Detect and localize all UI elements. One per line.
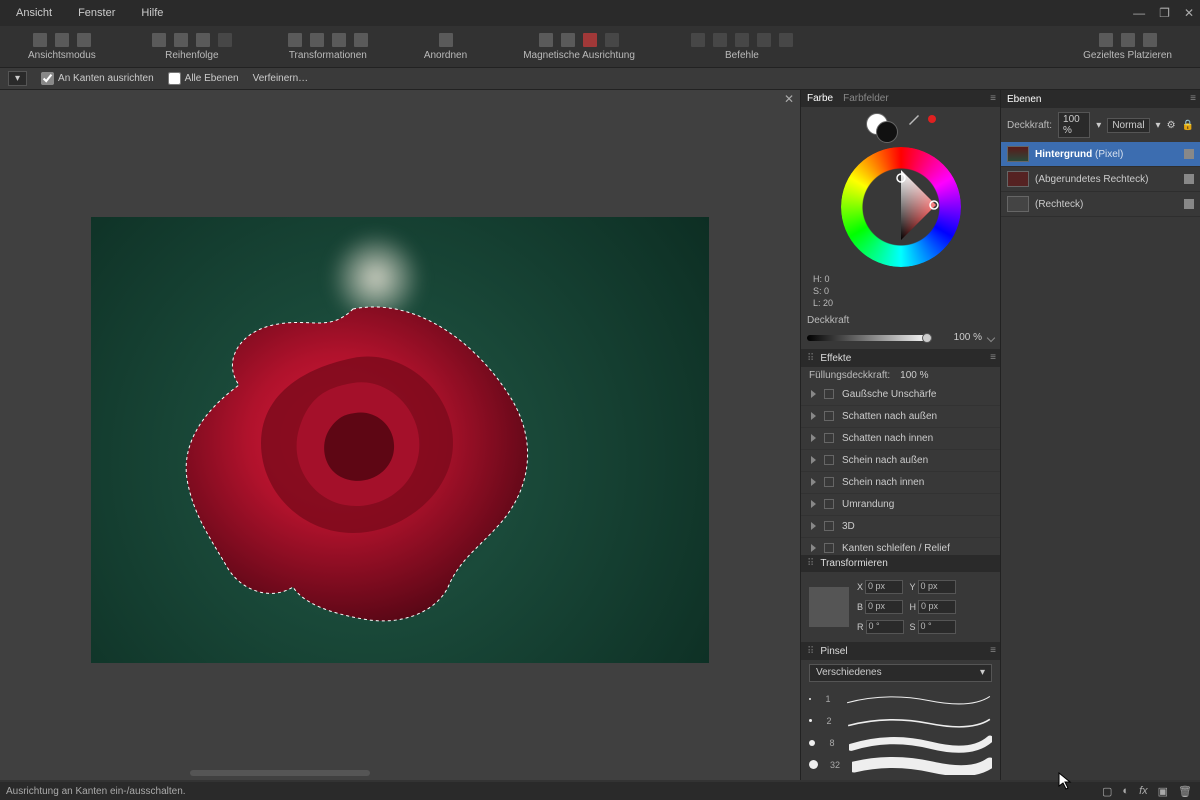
fx-outer-shadow[interactable]: Schatten nach außen: [801, 406, 1000, 428]
canvas-area[interactable]: ✕: [0, 90, 800, 780]
panel-menu-icon[interactable]: ≡: [1190, 93, 1196, 104]
opacity-slider[interactable]: [807, 335, 932, 341]
layer-opacity-field[interactable]: 100 %: [1058, 112, 1090, 138]
brush-preset-32[interactable]: 32: [809, 754, 992, 776]
window-controls: — ❐ ✕: [1133, 6, 1194, 20]
all-layers-checkbox[interactable]: Alle Ebenen: [168, 72, 239, 85]
context-bar: ▾ An Kanten ausrichten Alle Ebenen Verfe…: [0, 68, 1200, 90]
layer-rounded-rect[interactable]: (Abgerundetes Rechteck): [1001, 167, 1200, 192]
workspace: ✕: [0, 90, 1200, 780]
brush-header[interactable]: ⠿Pinsel≡: [801, 642, 1000, 659]
menu-hilfe[interactable]: Hilfe: [141, 7, 163, 19]
blend-mode-dropdown[interactable]: Normal: [1107, 118, 1149, 133]
fx-inner-shadow[interactable]: Schatten nach innen: [801, 428, 1000, 450]
minimize-icon[interactable]: —: [1133, 6, 1145, 20]
ribbon-magnetische-ausrichtung[interactable]: Magnetische Ausrichtung: [495, 26, 663, 68]
effects-list: Gaußsche Unschärfe Schatten nach außen S…: [801, 384, 1000, 555]
r-field[interactable]: R0 °: [857, 620, 904, 634]
s-field[interactable]: S0 °: [910, 620, 957, 634]
layer-hintergrund[interactable]: Hintergrund (Pixel): [1001, 142, 1200, 167]
h-field[interactable]: H0 px: [910, 600, 957, 614]
ribbon-ansichtsmodus[interactable]: Ansichtsmodus: [0, 26, 124, 68]
fg-bg-swatch[interactable]: [866, 113, 900, 143]
document-canvas[interactable]: [91, 217, 709, 663]
brush-category-dropdown[interactable]: Verschiedenes▾: [809, 664, 992, 682]
w-field[interactable]: B0 px: [857, 600, 904, 614]
ribbon-reihenfolge[interactable]: Reihenfolge: [124, 26, 260, 68]
visibility-checkbox[interactable]: [1184, 199, 1194, 209]
ribbon: Ansichtsmodus Reihenfolge Transformation…: [0, 26, 1200, 68]
document-close-icon[interactable]: ✕: [784, 92, 794, 106]
adjustment-icon[interactable]: ◐: [1122, 785, 1129, 798]
maximize-icon[interactable]: ❐: [1159, 6, 1170, 20]
brush-panel: Verschiedenes▾ 1 2 8 32: [801, 660, 1000, 780]
eyedropper-icon[interactable]: [908, 113, 920, 125]
visibility-checkbox[interactable]: [1184, 149, 1194, 159]
ribbon-transformationen[interactable]: Transformationen: [260, 26, 396, 68]
context-dropdown[interactable]: ▾: [8, 71, 27, 86]
lock-icon[interactable]: 🔒: [1182, 120, 1194, 131]
tab-ebenen[interactable]: Ebenen: [1007, 94, 1041, 105]
ribbon-anordnen[interactable]: Anordnen: [396, 26, 495, 68]
trash-icon[interactable]: 🗑: [1178, 785, 1192, 798]
ribbon-befehle[interactable]: Befehle: [663, 26, 821, 68]
ribbon-gezieltes-platzieren[interactable]: Gezieltes Platzieren: [1055, 26, 1200, 68]
rose-image: [153, 303, 543, 623]
color-panel-tabs: Farbe Farbfelder ≡: [801, 90, 1000, 107]
panel-menu-icon[interactable]: ≡: [990, 93, 996, 104]
fill-opacity-row[interactable]: Füllungsdeckkraft: 100 %: [801, 367, 1000, 384]
anchor-widget[interactable]: [809, 587, 849, 627]
effects-header[interactable]: ⠿ Effekte ≡: [801, 349, 1000, 366]
opacity-label: Deckkraft: [807, 315, 857, 326]
color-triangle[interactable]: [862, 166, 940, 244]
x-field[interactable]: X0 px: [857, 580, 904, 594]
color-dot-icon: [928, 115, 936, 123]
layer-rect[interactable]: (Rechteck): [1001, 192, 1200, 217]
fx-outer-glow[interactable]: Schein nach außen: [801, 450, 1000, 472]
y-field[interactable]: Y0 px: [910, 580, 957, 594]
fx-3d[interactable]: 3D: [801, 516, 1000, 538]
horizontal-scrollbar[interactable]: [0, 768, 800, 778]
mask-icon[interactable]: ▢: [1102, 785, 1112, 798]
transform-header[interactable]: ⠿Transformieren: [801, 555, 1000, 572]
close-icon[interactable]: ✕: [1184, 6, 1194, 20]
fx-inner-glow[interactable]: Schein nach innen: [801, 472, 1000, 494]
gear-icon[interactable]: ⚙: [1167, 120, 1176, 131]
brush-preset-1[interactable]: 1: [809, 688, 992, 710]
refine-button[interactable]: Verfeinern…: [253, 73, 309, 84]
opacity-value: 100 %: [938, 332, 982, 343]
fx-icon[interactable]: fx: [1139, 785, 1148, 798]
layers-tabs: Ebenen ≡: [1001, 90, 1200, 108]
snap-checkbox[interactable]: An Kanten ausrichten: [41, 72, 154, 85]
tab-farbe[interactable]: Farbe: [807, 93, 833, 104]
opacity-dropdown-icon[interactable]: [987, 334, 995, 342]
brush-preset-2[interactable]: 2: [809, 710, 992, 732]
fx-gaussian-blur[interactable]: Gaußsche Unschärfe: [801, 384, 1000, 406]
status-bar: Ausrichtung an Kanten ein-/ausschalten. …: [0, 782, 1200, 800]
color-panel: H: 0 S: 0 L: 20 Deckkraft 100 %: [801, 107, 1000, 349]
layers-options: Deckkraft: 100 % ▾ Normal ▾ ⚙ 🔒: [1001, 108, 1200, 142]
folder-icon[interactable]: ▣: [1158, 785, 1168, 798]
status-text: Ausrichtung an Kanten ein-/ausschalten.: [6, 786, 186, 797]
panel-stack-right: Ebenen ≡ Deckkraft: 100 % ▾ Normal ▾ ⚙ 🔒…: [1000, 90, 1200, 780]
menu-fenster[interactable]: Fenster: [78, 7, 115, 19]
menubar: Ansicht Fenster Hilfe — ❐ ✕: [0, 0, 1200, 26]
hsl-readout: H: 0 S: 0 L: 20: [813, 273, 833, 309]
menu-ansicht[interactable]: Ansicht: [16, 7, 52, 19]
tab-farbfelder[interactable]: Farbfelder: [843, 93, 889, 104]
fx-outline[interactable]: Umrandung: [801, 494, 1000, 516]
panel-stack-left: Farbe Farbfelder ≡: [800, 90, 1000, 780]
visibility-checkbox[interactable]: [1184, 174, 1194, 184]
transform-panel: X0 px Y0 px B0 px H0 px R0 ° S0 °: [801, 572, 1000, 642]
brush-preset-8[interactable]: 8: [809, 732, 992, 754]
fx-bevel[interactable]: Kanten schleifen / Relief: [801, 538, 1000, 555]
